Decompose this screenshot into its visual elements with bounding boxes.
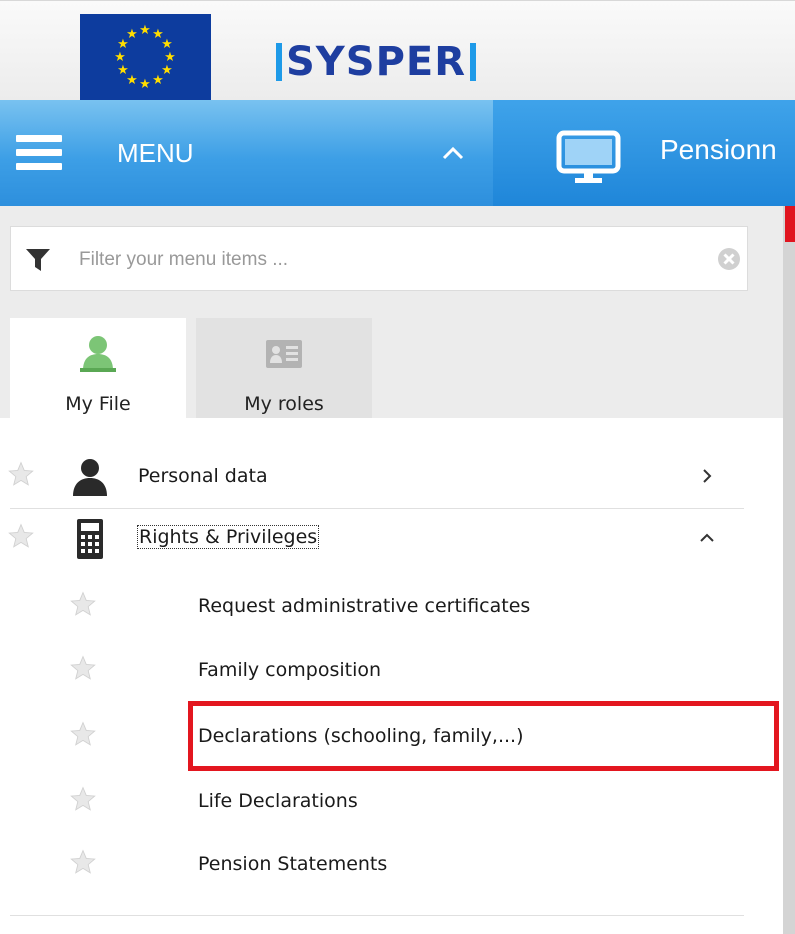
app-title[interactable]: Pensionn	[660, 130, 777, 170]
menu-item-personal-data[interactable]: Personal data	[0, 448, 783, 504]
chevron-up-icon[interactable]	[697, 528, 717, 548]
monitor-icon	[556, 130, 621, 185]
hamburger-icon[interactable]	[16, 135, 62, 171]
svg-text:★: ★	[117, 63, 129, 78]
submenu-item-request-certificates[interactable]: Request administrative certificates	[0, 578, 783, 634]
person-icon	[72, 458, 108, 501]
separator	[10, 508, 744, 509]
menu-list: Personal data Rights & Privileges Reques…	[0, 418, 783, 934]
menu-item-label: Rights & Privileges	[137, 525, 320, 549]
menu-item-label: Personal data	[138, 465, 268, 487]
menu-item-rights-privileges[interactable]: Rights & Privileges	[0, 510, 783, 566]
logo-text: SYSPER	[286, 39, 467, 85]
id-card-icon	[196, 332, 372, 374]
star-icon[interactable]	[70, 721, 96, 747]
star-icon[interactable]	[70, 849, 96, 875]
clear-icon[interactable]	[717, 247, 741, 271]
filter-box	[10, 226, 748, 291]
svg-text:★: ★	[126, 27, 138, 42]
chevron-up-icon[interactable]	[438, 136, 468, 170]
submenu-item-life-declarations[interactable]: Life Declarations	[0, 773, 783, 829]
star-icon[interactable]	[8, 461, 34, 487]
menu-bar: MENU	[0, 100, 493, 206]
star-icon[interactable]	[8, 523, 34, 549]
svg-text:★: ★	[114, 50, 126, 65]
star-icon[interactable]	[70, 786, 96, 812]
submenu-item-label: Pension Statements	[198, 853, 388, 875]
eu-flag-icon: ★ ★ ★ ★ ★ ★ ★ ★ ★ ★ ★ ★	[80, 14, 211, 101]
tab-my-roles[interactable]: My roles	[196, 318, 372, 418]
svg-text:★: ★	[152, 73, 164, 88]
calculator-icon	[77, 519, 103, 564]
tab-label: My roles	[244, 393, 324, 415]
chevron-right-icon[interactable]	[697, 466, 717, 486]
sysper-logo: SYSPER	[272, 37, 480, 87]
svg-text:★: ★	[139, 23, 151, 38]
red-indicator	[785, 206, 795, 242]
filter-icon	[25, 248, 51, 272]
submenu-item-label: Life Declarations	[198, 790, 358, 812]
svg-text:★: ★	[139, 77, 151, 92]
header: ★ ★ ★ ★ ★ ★ ★ ★ ★ ★ ★ ★ SYSPER	[0, 0, 795, 101]
scrollbar-track[interactable]	[783, 206, 795, 934]
app-bar: Pensionn	[493, 100, 795, 206]
submenu-item-pension-statements[interactable]: Pension Statements	[0, 836, 783, 892]
highlight-annotation	[188, 701, 779, 771]
menu-label: MENU	[117, 138, 194, 168]
tab-my-file[interactable]: My File	[10, 318, 186, 418]
separator	[10, 915, 744, 916]
submenu-item-label: Request administrative certificates	[198, 595, 531, 617]
star-icon[interactable]	[70, 591, 96, 617]
filter-input[interactable]	[77, 241, 681, 279]
user-icon	[10, 332, 186, 374]
submenu-item-label: Family composition	[198, 659, 382, 681]
submenu-item-family-composition[interactable]: Family composition	[0, 642, 783, 698]
tab-label: My File	[65, 393, 131, 415]
star-icon[interactable]	[70, 655, 96, 681]
